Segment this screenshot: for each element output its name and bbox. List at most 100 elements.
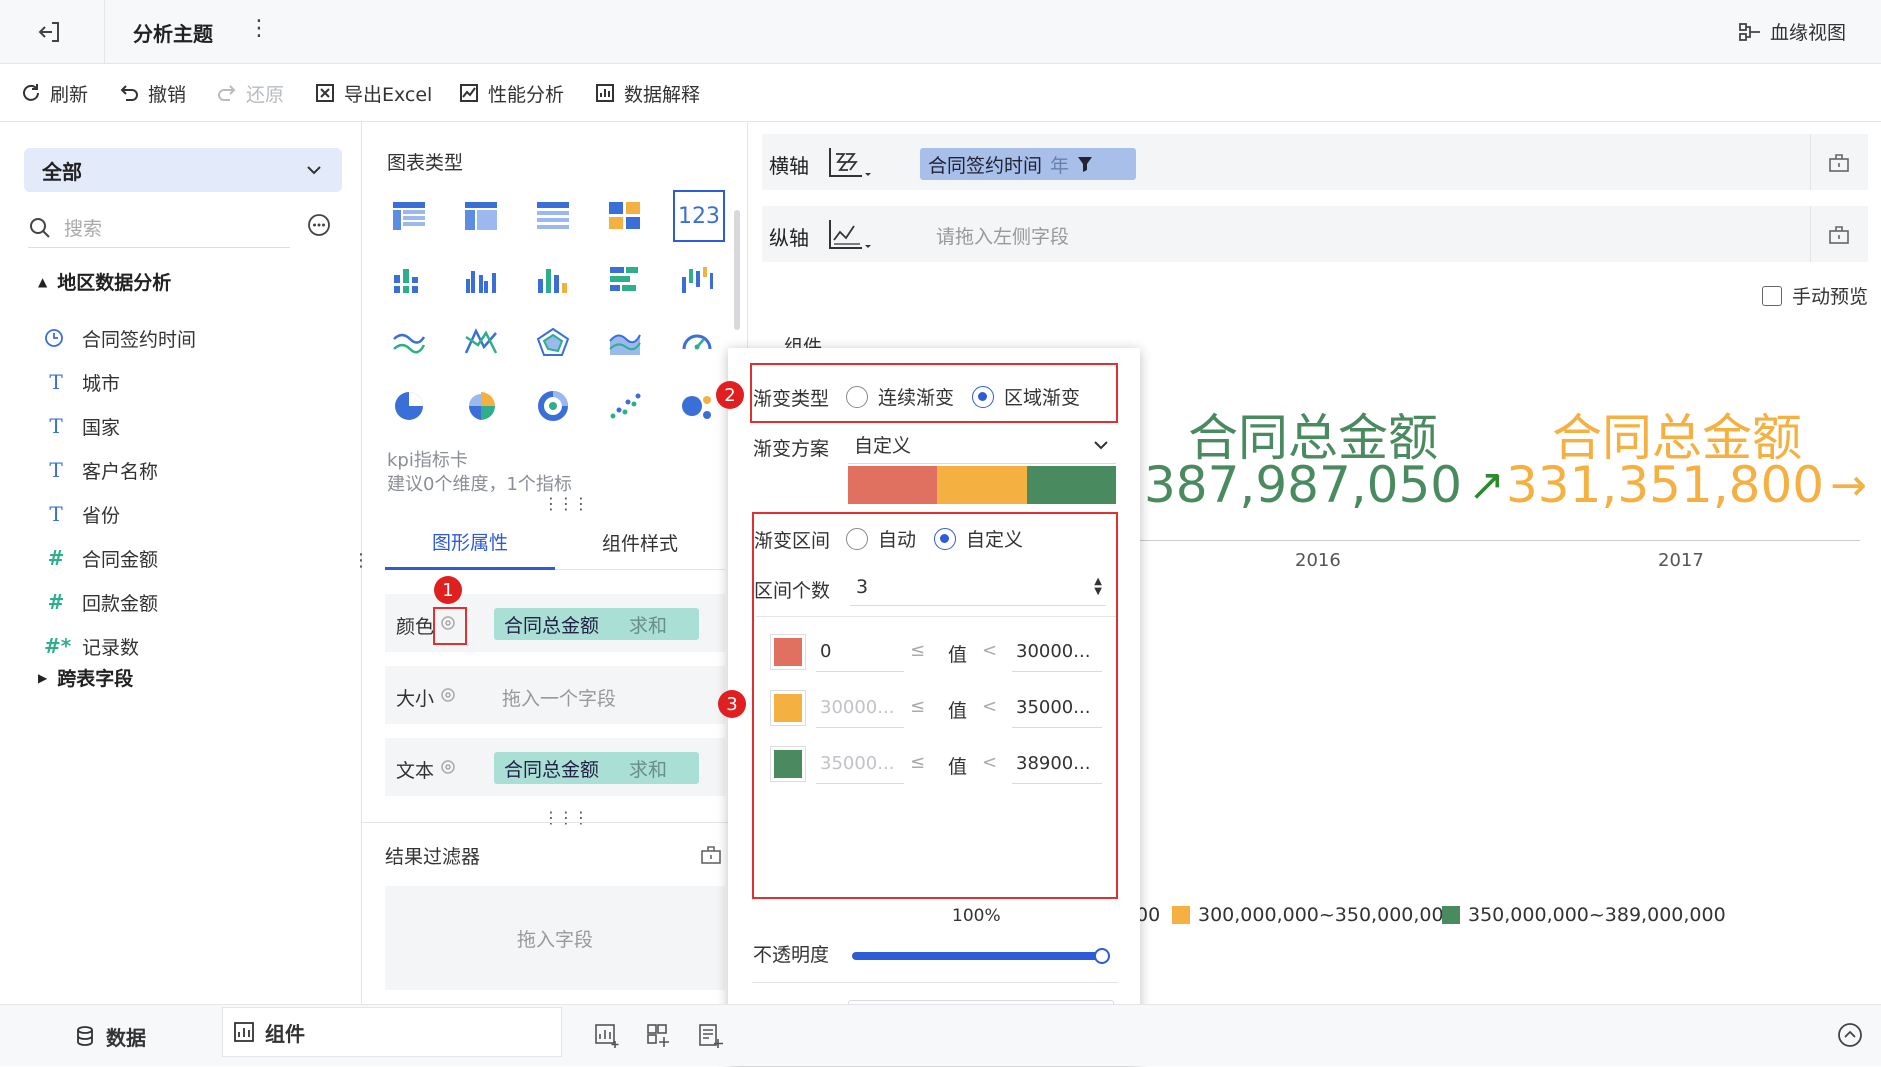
add-chart-icon[interactable] bbox=[594, 1023, 620, 1049]
field-item[interactable]: T 省份 bbox=[44, 494, 120, 534]
y-axis-type-icon[interactable] bbox=[828, 218, 872, 254]
field-item[interactable]: T 国家 bbox=[44, 406, 120, 446]
op-le[interactable]: ≤ bbox=[910, 640, 925, 661]
gear-icon[interactable] bbox=[439, 686, 457, 704]
scheme-select[interactable]: 自定义 bbox=[848, 426, 1116, 464]
dashboard-card-icon[interactable] bbox=[603, 194, 647, 238]
field-item[interactable]: # 回款金额 bbox=[44, 582, 158, 622]
more-vertical-icon[interactable]: ⋮ bbox=[248, 16, 270, 41]
horizontal-bar-icon[interactable] bbox=[603, 258, 647, 302]
scrollbar[interactable] bbox=[734, 210, 740, 330]
drag-handle-icon[interactable]: ⋮⋮⋮ bbox=[543, 494, 589, 513]
bubble-icon[interactable] bbox=[675, 384, 719, 428]
axis-settings-icon[interactable] bbox=[1828, 224, 1850, 246]
radio-custom[interactable]: 自定义 bbox=[934, 525, 1023, 552]
table-chart-icon[interactable] bbox=[387, 194, 431, 238]
manual-preview-checkbox[interactable]: 手动预览 bbox=[1762, 282, 1868, 309]
filter-drop-zone[interactable]: 拖入字段 bbox=[385, 886, 725, 990]
range-color-swatch[interactable] bbox=[770, 634, 806, 670]
text-label: 文本 bbox=[396, 760, 435, 782]
donut-chart-icon[interactable] bbox=[531, 384, 575, 428]
range-color-swatch[interactable] bbox=[770, 746, 806, 782]
opacity-slider-thumb[interactable] bbox=[1094, 948, 1110, 964]
kpi-card-icon[interactable]: 123 bbox=[673, 190, 725, 242]
gradient-preview-bar[interactable] bbox=[848, 466, 1116, 504]
filter-icon bbox=[1078, 157, 1093, 172]
lineage-view-button[interactable]: 血缘视图 bbox=[1738, 18, 1846, 45]
count-stepper[interactable]: 3 ▲ ▼ bbox=[850, 568, 1106, 606]
collapse-up-icon[interactable] bbox=[1836, 1021, 1864, 1049]
cross-table-icon[interactable] bbox=[459, 194, 503, 238]
refresh-button[interactable]: 刷新 bbox=[20, 64, 88, 122]
y-axis-drop-placeholder[interactable]: 请拖入左侧字段 bbox=[936, 222, 1069, 249]
tab-component-style[interactable]: 组件样式 bbox=[555, 516, 725, 570]
stacked-bar-icon[interactable] bbox=[387, 258, 431, 302]
x-axis-type-icon[interactable] bbox=[828, 146, 872, 182]
radio-label: 自定义 bbox=[966, 529, 1024, 551]
range-to-input[interactable]: 30000... bbox=[1012, 632, 1102, 672]
size-drop-placeholder[interactable]: 拖入一个字段 bbox=[502, 684, 616, 711]
trend-flat-icon: → bbox=[1830, 459, 1867, 511]
exit-icon[interactable] bbox=[36, 18, 64, 46]
range-to-input[interactable]: 38900... bbox=[1012, 744, 1102, 784]
field-item[interactable]: T 客户名称 bbox=[44, 450, 158, 490]
radar-icon[interactable] bbox=[531, 320, 575, 364]
tab-data[interactable]: 数据 bbox=[0, 1005, 220, 1067]
group-regional-analysis[interactable]: ▲ 地区数据分析 bbox=[38, 268, 171, 295]
field-item[interactable]: #* 记录数 bbox=[44, 626, 139, 666]
op-le[interactable]: ≤ bbox=[910, 752, 925, 773]
pie-chart-icon[interactable] bbox=[387, 384, 431, 428]
performance-button[interactable]: 性能分析 bbox=[458, 64, 564, 122]
radio-auto[interactable]: 自动 bbox=[846, 525, 916, 552]
search-icon bbox=[30, 217, 50, 238]
lineage-label: 血缘视图 bbox=[1770, 22, 1847, 44]
drag-handle-icon[interactable]: ⋮⋮⋮ bbox=[543, 808, 589, 827]
detail-table-icon[interactable] bbox=[531, 194, 575, 238]
add-report-icon[interactable] bbox=[698, 1023, 724, 1049]
field-item[interactable]: T 城市 bbox=[44, 362, 120, 402]
op-lt[interactable]: < bbox=[982, 752, 997, 773]
axis-settings-icon[interactable] bbox=[1828, 152, 1850, 174]
field-search[interactable]: 搜索 bbox=[28, 208, 290, 248]
opacity-slider-track[interactable] bbox=[852, 952, 1102, 960]
bottom-bar: 数据 组件 bbox=[0, 1004, 1881, 1066]
scatter-icon[interactable] bbox=[603, 384, 647, 428]
callout-badge-3: 3 bbox=[718, 690, 746, 718]
radio-region[interactable]: 区域渐变 bbox=[972, 383, 1080, 410]
tab-component[interactable]: 组件 bbox=[222, 1007, 562, 1057]
redo-button[interactable]: 还原 bbox=[216, 64, 284, 122]
op-lt[interactable]: < bbox=[982, 696, 997, 717]
waterfall-icon[interactable] bbox=[675, 258, 719, 302]
field-item[interactable]: # 合同金额 bbox=[44, 538, 158, 578]
scope-select[interactable]: 全部 bbox=[24, 148, 342, 192]
rose-chart-icon[interactable] bbox=[459, 384, 503, 428]
grouped-bar-icon[interactable] bbox=[459, 258, 503, 302]
color-field-pill[interactable]: 合同总金额 求和 bbox=[494, 608, 699, 640]
x-axis-field-pill[interactable]: 合同签约时间 年 bbox=[920, 148, 1136, 180]
text-field-pill[interactable]: 合同总金额 求和 bbox=[494, 752, 699, 784]
gauge-icon[interactable] bbox=[675, 320, 719, 364]
divider bbox=[1810, 206, 1811, 262]
column-chart-icon[interactable] bbox=[531, 258, 575, 302]
group-cross-table[interactable]: ▶ 跨表字段 bbox=[38, 664, 133, 691]
tab-shape-properties[interactable]: 图形属性 bbox=[385, 516, 555, 570]
field-item[interactable]: 合同签约时间 bbox=[44, 318, 196, 358]
filter-settings-icon[interactable] bbox=[700, 844, 722, 866]
op-lt[interactable]: < bbox=[982, 640, 997, 661]
area-chart-icon[interactable] bbox=[603, 320, 647, 364]
radio-continuous[interactable]: 连续渐变 bbox=[846, 383, 954, 410]
gear-icon[interactable] bbox=[439, 758, 457, 776]
range-to-input[interactable]: 35000... bbox=[1012, 688, 1102, 728]
add-dashboard-icon[interactable] bbox=[646, 1023, 672, 1049]
more-options-icon[interactable] bbox=[306, 212, 332, 238]
pill-field: 合同总金额 bbox=[504, 758, 600, 781]
op-le[interactable]: ≤ bbox=[910, 696, 925, 717]
export-excel-button[interactable]: 导出Excel bbox=[314, 64, 432, 122]
line-chart-icon[interactable] bbox=[387, 320, 431, 364]
range-from-input[interactable]: 0 bbox=[816, 632, 904, 672]
data-explain-button[interactable]: 数据解释 bbox=[594, 64, 700, 122]
polyline-icon[interactable] bbox=[459, 320, 503, 364]
stepper-arrows-icon[interactable]: ▲ ▼ bbox=[1094, 576, 1102, 597]
undo-button[interactable]: 撤销 bbox=[118, 64, 186, 122]
range-color-swatch[interactable] bbox=[770, 690, 806, 726]
